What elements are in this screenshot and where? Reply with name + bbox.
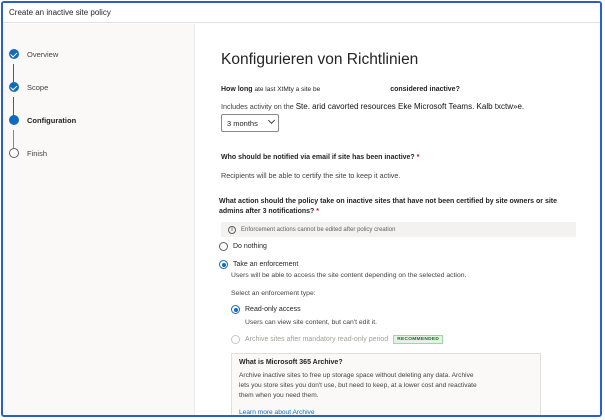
enforcement-question: What action should the policy take on in… xyxy=(219,197,579,217)
notify-helper-text: Recipients will be able to certify the s… xyxy=(221,171,401,180)
radio-do-nothing[interactable]: Do nothing xyxy=(219,242,267,251)
question-text: What action should the policy take on in… xyxy=(219,198,558,215)
radio-label: Read-only access xyxy=(245,306,301,313)
radio-label: Take an enforcement xyxy=(233,261,299,268)
info-text: Enforcement actions cannot be edited aft… xyxy=(241,226,396,233)
chevron-down-icon xyxy=(267,116,276,125)
radio-take-enforcement[interactable]: Take an enforcement xyxy=(219,260,298,269)
check-circle-icon xyxy=(9,49,19,59)
step-label: Finish xyxy=(27,148,48,158)
archive-info-card: What is Microsoft 365 Archive? Archive i… xyxy=(231,353,541,415)
empty-circle-icon xyxy=(9,148,19,158)
current-step-icon xyxy=(9,115,19,125)
step-label: Overview xyxy=(27,49,59,59)
radio-selected-icon xyxy=(231,305,240,314)
includes-activity-text: Includes activity on the Ste. arid cavor… xyxy=(221,102,524,111)
required-marker: * xyxy=(316,208,319,215)
notify-question: Who should be notified via email if site… xyxy=(221,154,419,161)
step-finish[interactable]: Finish xyxy=(9,146,47,160)
enforcement-desc: Users will be able to access the site co… xyxy=(231,272,467,279)
title-bar: Create an inactive site policy xyxy=(3,3,600,23)
learn-more-archive-link[interactable]: Learn more about Archive xyxy=(239,409,315,415)
recommended-badge: RECOMMENDED xyxy=(393,335,444,344)
radio-read-only[interactable]: Read-only access xyxy=(231,305,301,314)
info-icon: i xyxy=(228,225,236,234)
wizard-steps-sidebar: Overview Scope Configuration Finish xyxy=(3,24,195,415)
step-label: Scope xyxy=(27,82,49,92)
main-content: Konfigurieren von Richtlinien How long a… xyxy=(196,24,600,415)
enforcement-info-bar: i Enforcement actions cannot be edited a… xyxy=(221,222,576,237)
helper-overlay-text: Ste. arid cavorted resources Eke Microso… xyxy=(295,102,525,111)
read-only-desc: Users can view site content, but can't e… xyxy=(245,319,378,326)
archive-body: Archive inactive sites to free up storag… xyxy=(239,372,477,399)
enforcement-type-label: Select an enforcement type: xyxy=(231,290,316,297)
radio-label: Do nothing xyxy=(233,243,267,250)
radio-disabled-icon xyxy=(231,335,240,344)
question-overlay-text: ate last XtMty a site be xyxy=(254,86,321,93)
check-circle-icon xyxy=(9,82,19,92)
inactive-duration-question: How long ate last XtMty a site be conside… xyxy=(221,86,460,93)
page-title: Konfigurieren von Richtlinien xyxy=(221,51,419,68)
inactivity-duration-dropdown[interactable]: 3 months xyxy=(221,114,279,132)
step-configuration[interactable]: Configuration xyxy=(9,113,76,127)
step-overview[interactable]: Overview xyxy=(9,47,58,61)
helper-text: Includes activity on the xyxy=(221,102,294,111)
question-text: Who should be notified via email if site… xyxy=(221,154,415,161)
question-text: How long xyxy=(221,86,253,93)
radio-label: Archive sites after mandatory read-only … xyxy=(245,336,389,343)
dialog-window: Create an inactive site policy Overview … xyxy=(1,1,602,417)
question-text: considered inactive? xyxy=(390,86,460,93)
step-label: Configuration xyxy=(27,115,77,125)
radio-selected-icon xyxy=(219,260,228,269)
window-title: Create an inactive site policy xyxy=(9,8,111,17)
archive-heading: What is Microsoft 365 Archive? xyxy=(239,359,343,366)
required-marker: * xyxy=(416,154,420,161)
dropdown-value: 3 months xyxy=(227,119,258,128)
step-scope[interactable]: Scope xyxy=(9,80,48,94)
radio-archive[interactable]: Archive sites after mandatory read-only … xyxy=(231,335,444,344)
radio-icon xyxy=(219,242,228,251)
